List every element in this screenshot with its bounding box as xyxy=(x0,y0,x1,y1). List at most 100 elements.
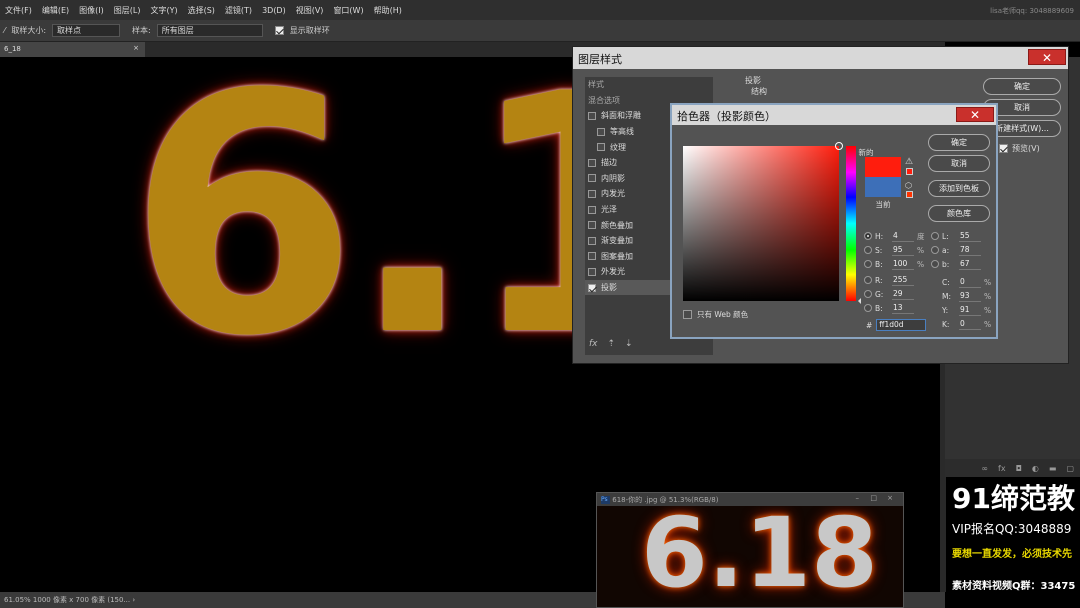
style-item-checkbox[interactable] xyxy=(588,267,596,276)
preview-label: 预览(V) xyxy=(1012,144,1040,153)
hue-label: H: xyxy=(875,231,884,241)
sample-select[interactable]: 所有图层 xyxy=(156,24,263,37)
close-tab-icon[interactable]: × xyxy=(133,44,139,52)
blue-input[interactable]: 13 xyxy=(892,303,914,314)
yellow-input[interactable]: 91 xyxy=(959,305,981,316)
lab-b-input[interactable]: 67 xyxy=(959,259,981,270)
web-safe-swatch[interactable] xyxy=(906,191,913,198)
thumbnail-window[interactable]: Ps 618-你的 .jpg @ 51.3%(RGB/8) – □ × 6.18 xyxy=(596,492,904,608)
hue-unit: 度 xyxy=(917,231,925,241)
style-item-checkbox[interactable] xyxy=(588,174,596,183)
mask-icon[interactable]: ◘ xyxy=(1016,464,1022,473)
maximize-icon[interactable]: □ xyxy=(870,494,877,502)
black-input[interactable]: 0 xyxy=(959,319,981,330)
red-input[interactable]: 255 xyxy=(892,275,914,286)
hue-input[interactable]: 4 xyxy=(892,231,914,242)
color-picker-ok-button[interactable]: 确定 xyxy=(928,134,990,151)
sample-size-select[interactable]: 取样点 xyxy=(52,24,121,37)
layer-style-ok-button[interactable]: 确定 xyxy=(983,78,1061,95)
brightness-radio[interactable] xyxy=(864,260,872,268)
current-color-swatch[interactable] xyxy=(865,177,901,197)
color-picker-close-button[interactable]: ✕ xyxy=(956,107,994,122)
show-ring-checkbox[interactable] xyxy=(274,26,284,35)
brightness-unit: % xyxy=(917,259,925,269)
style-item-label: 纹理 xyxy=(610,142,626,152)
style-item-checkbox[interactable] xyxy=(588,111,596,120)
style-item-checkbox[interactable] xyxy=(597,127,605,136)
menu-view[interactable]: 视图(V) xyxy=(291,5,329,16)
promo-group: 素材资料视频Q群：33475 xyxy=(952,581,1076,592)
menu-filter[interactable]: 滤镜(T) xyxy=(220,5,257,16)
sample-size-label: 取样大小: xyxy=(11,26,47,35)
eyedropper-icon[interactable]: ⁄ xyxy=(4,26,5,35)
gamut-warning-icon[interactable]: ⚠ xyxy=(905,157,913,167)
menu-layer[interactable]: 图层(L) xyxy=(109,5,146,16)
brightness-input[interactable]: 100 xyxy=(892,259,914,270)
menu-select[interactable]: 选择(S) xyxy=(183,5,220,16)
new-layer-icon[interactable]: ▢ xyxy=(1066,464,1074,473)
saturation-brightness-field[interactable] xyxy=(683,142,843,301)
move-up-icon[interactable]: ⇡ xyxy=(608,339,616,349)
preview-checkbox[interactable] xyxy=(999,144,1008,153)
style-item-checkbox[interactable] xyxy=(588,205,596,214)
color-libraries-button[interactable]: 颜色库 xyxy=(928,205,990,222)
green-input[interactable]: 29 xyxy=(892,289,914,300)
web-only-checkbox[interactable] xyxy=(683,310,692,319)
black-label: K: xyxy=(942,319,950,329)
saturation-radio[interactable] xyxy=(864,246,872,254)
style-item-checkbox[interactable] xyxy=(588,252,596,261)
style-item-label: 颜色叠加 xyxy=(601,220,633,230)
lab-l-input[interactable]: 55 xyxy=(959,231,981,242)
add-to-swatches-button[interactable]: 添加到色板 xyxy=(928,180,990,197)
link-icon[interactable]: ∞ xyxy=(981,464,988,473)
minimize-icon[interactable]: – xyxy=(856,494,860,502)
lab-b-radio[interactable] xyxy=(931,260,939,268)
gamut-swatch[interactable] xyxy=(906,168,913,175)
document-tab[interactable]: 6_18 × xyxy=(0,42,145,57)
promo-title: 91缔范教 xyxy=(952,482,1075,515)
color-cursor[interactable] xyxy=(835,142,843,150)
color-picker-title: 拾色器（投影颜色） xyxy=(677,110,776,123)
red-radio[interactable] xyxy=(864,276,872,284)
magenta-input[interactable]: 93 xyxy=(959,291,981,302)
color-picker-cancel-button[interactable]: 取消 xyxy=(928,155,990,172)
hex-input[interactable]: ff1d0d xyxy=(876,319,927,331)
menu-edit[interactable]: 编辑(E) xyxy=(37,5,74,16)
menu-type[interactable]: 文字(Y) xyxy=(145,5,182,16)
close-icon[interactable]: × xyxy=(887,494,893,502)
web-safe-icon[interactable]: ⬡ xyxy=(905,181,912,190)
hue-slider[interactable] xyxy=(846,146,861,304)
saturation-input[interactable]: 95 xyxy=(892,245,914,256)
layer-style-close-button[interactable]: ✕ xyxy=(1028,49,1066,65)
lab-a-input[interactable]: 78 xyxy=(959,245,981,256)
style-item-checkbox[interactable] xyxy=(597,143,605,152)
style-item-checkbox[interactable] xyxy=(588,158,596,167)
hue-radio[interactable] xyxy=(864,232,872,240)
menu-file[interactable]: 文件(F) xyxy=(0,5,37,16)
cyan-label: C: xyxy=(942,277,950,287)
fx-menu-icon[interactable]: fx xyxy=(589,339,598,349)
menu-image[interactable]: 图像(I) xyxy=(74,5,109,16)
menu-3d[interactable]: 3D(D) xyxy=(257,6,291,15)
layer-style-titlebar: 图层样式 ✕ xyxy=(573,47,1068,69)
style-item-checkbox[interactable] xyxy=(588,236,596,245)
adjustment-icon[interactable]: ◐ xyxy=(1032,464,1039,473)
style-item-label: 投影 xyxy=(601,283,617,293)
layer-style-title: 图层样式 xyxy=(578,53,622,66)
style-item-checkbox[interactable] xyxy=(588,189,596,198)
move-down-icon[interactable]: ⇣ xyxy=(625,339,633,349)
lab-l-radio[interactable] xyxy=(931,232,939,240)
folder-icon[interactable]: ▬ xyxy=(1049,464,1057,473)
lab-a-label: a: xyxy=(942,245,950,255)
blue-radio[interactable] xyxy=(864,304,872,312)
cyan-input[interactable]: 0 xyxy=(959,277,981,288)
hue-slider-handle[interactable] xyxy=(855,298,861,304)
menu-window[interactable]: 窗口(W) xyxy=(328,5,368,16)
fx-icon[interactable]: fx xyxy=(998,464,1006,473)
lab-a-radio[interactable] xyxy=(931,246,939,254)
style-item-checkbox[interactable] xyxy=(588,221,596,230)
style-item-checkbox[interactable] xyxy=(588,283,596,292)
lab-fields: L: 55 a: 78 b: 67 xyxy=(931,229,981,271)
menu-help[interactable]: 帮助(H) xyxy=(369,5,407,16)
green-radio[interactable] xyxy=(864,290,872,298)
